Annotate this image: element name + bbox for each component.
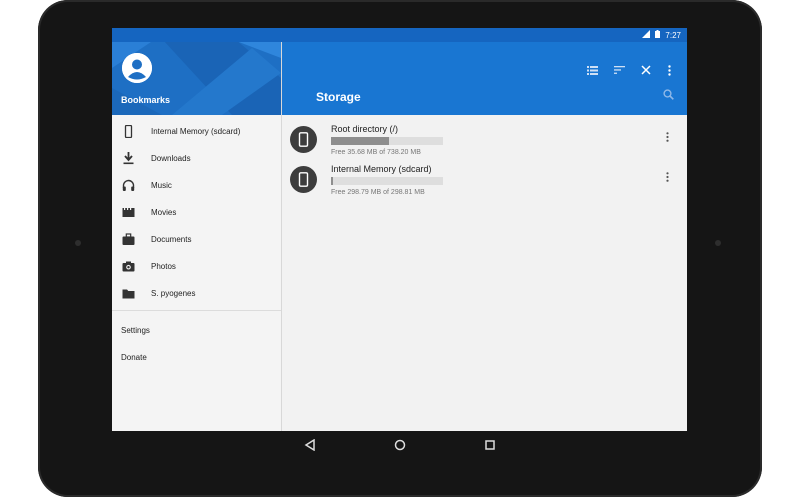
storage-usage-fill	[331, 177, 334, 185]
drawer-item-donate[interactable]: Donate	[121, 353, 147, 362]
device-icon	[290, 126, 317, 153]
recents-icon[interactable]	[483, 439, 497, 453]
drawer-item-label: Movies	[151, 208, 177, 217]
search-icon[interactable]	[660, 86, 676, 102]
drawer-item-music[interactable]: Music	[112, 176, 281, 196]
avatar[interactable]	[122, 53, 152, 83]
drawer-item-label: Photos	[151, 262, 176, 271]
storage-usage-bar	[331, 177, 443, 185]
drawer-item-label: S. pyogenes	[151, 289, 196, 298]
folder-icon	[122, 287, 135, 300]
drawer-item-documents[interactable]: Documents	[112, 230, 281, 250]
drawer-item-label: Downloads	[151, 154, 191, 163]
back-icon[interactable]	[303, 438, 317, 453]
drawer-title: Bookmarks	[121, 95, 171, 105]
front-sensor-right	[715, 240, 721, 246]
drawer-item-label: Internal Memory (sdcard)	[151, 127, 241, 136]
list-view-icon[interactable]	[584, 62, 600, 78]
status-bar: 7:27	[112, 28, 687, 42]
item-menu-icon[interactable]	[662, 172, 672, 186]
overflow-menu-icon[interactable]	[661, 62, 677, 78]
storage-item-internal[interactable]: Internal Memory (sdcard) Free 298.79 MB …	[282, 158, 687, 198]
briefcase-icon	[122, 233, 135, 246]
toolbar-title: Storage	[316, 90, 361, 104]
movie-icon	[122, 206, 135, 219]
signal-icon	[642, 30, 651, 40]
storage-name: Internal Memory (sdcard)	[331, 164, 432, 174]
app-toolbar: Storage	[282, 42, 687, 115]
storage-name: Root directory (/)	[331, 124, 399, 134]
storage-usage-fill	[331, 137, 390, 145]
storage-usage-text: Free 35.68 MB of 738.20 MB	[331, 149, 421, 156]
sort-icon[interactable]	[611, 62, 627, 78]
close-icon[interactable]	[638, 62, 654, 78]
drawer-item-downloads[interactable]: Downloads	[112, 149, 281, 169]
headphones-icon	[122, 179, 135, 192]
front-sensor	[75, 240, 81, 246]
drawer-item-label: Music	[151, 181, 172, 190]
drawer-item-s-pyogenes[interactable]: S. pyogenes	[112, 284, 281, 304]
drawer-item-movies[interactable]: Movies	[112, 203, 281, 223]
item-menu-icon[interactable]	[662, 132, 672, 146]
system-nav-bar	[112, 431, 687, 461]
home-icon[interactable]	[393, 439, 407, 453]
drawer-item-label: Documents	[151, 235, 192, 244]
drawer-item-settings[interactable]: Settings	[121, 326, 150, 335]
drawer-item-internal-memory[interactable]: Internal Memory (sdcard)	[112, 122, 281, 142]
device-screen: 7:27 Storage Bookmarks Internal Memory (…	[112, 28, 687, 431]
phone-icon	[122, 124, 135, 139]
download-icon	[122, 152, 135, 165]
storage-item-root[interactable]: Root directory (/) Free 35.68 MB of 738.…	[282, 118, 687, 158]
navigation-drawer: Bookmarks Internal Memory (sdcard) Downl…	[112, 28, 282, 431]
device-icon	[290, 166, 317, 193]
camera-icon	[122, 260, 135, 273]
status-time: 7:27	[665, 30, 681, 40]
drawer-item-photos[interactable]: Photos	[112, 257, 281, 277]
storage-usage-bar	[331, 137, 443, 145]
drawer-divider	[112, 310, 281, 311]
storage-usage-text: Free 298.79 MB of 298.81 MB	[331, 189, 425, 196]
battery-icon	[655, 30, 661, 40]
